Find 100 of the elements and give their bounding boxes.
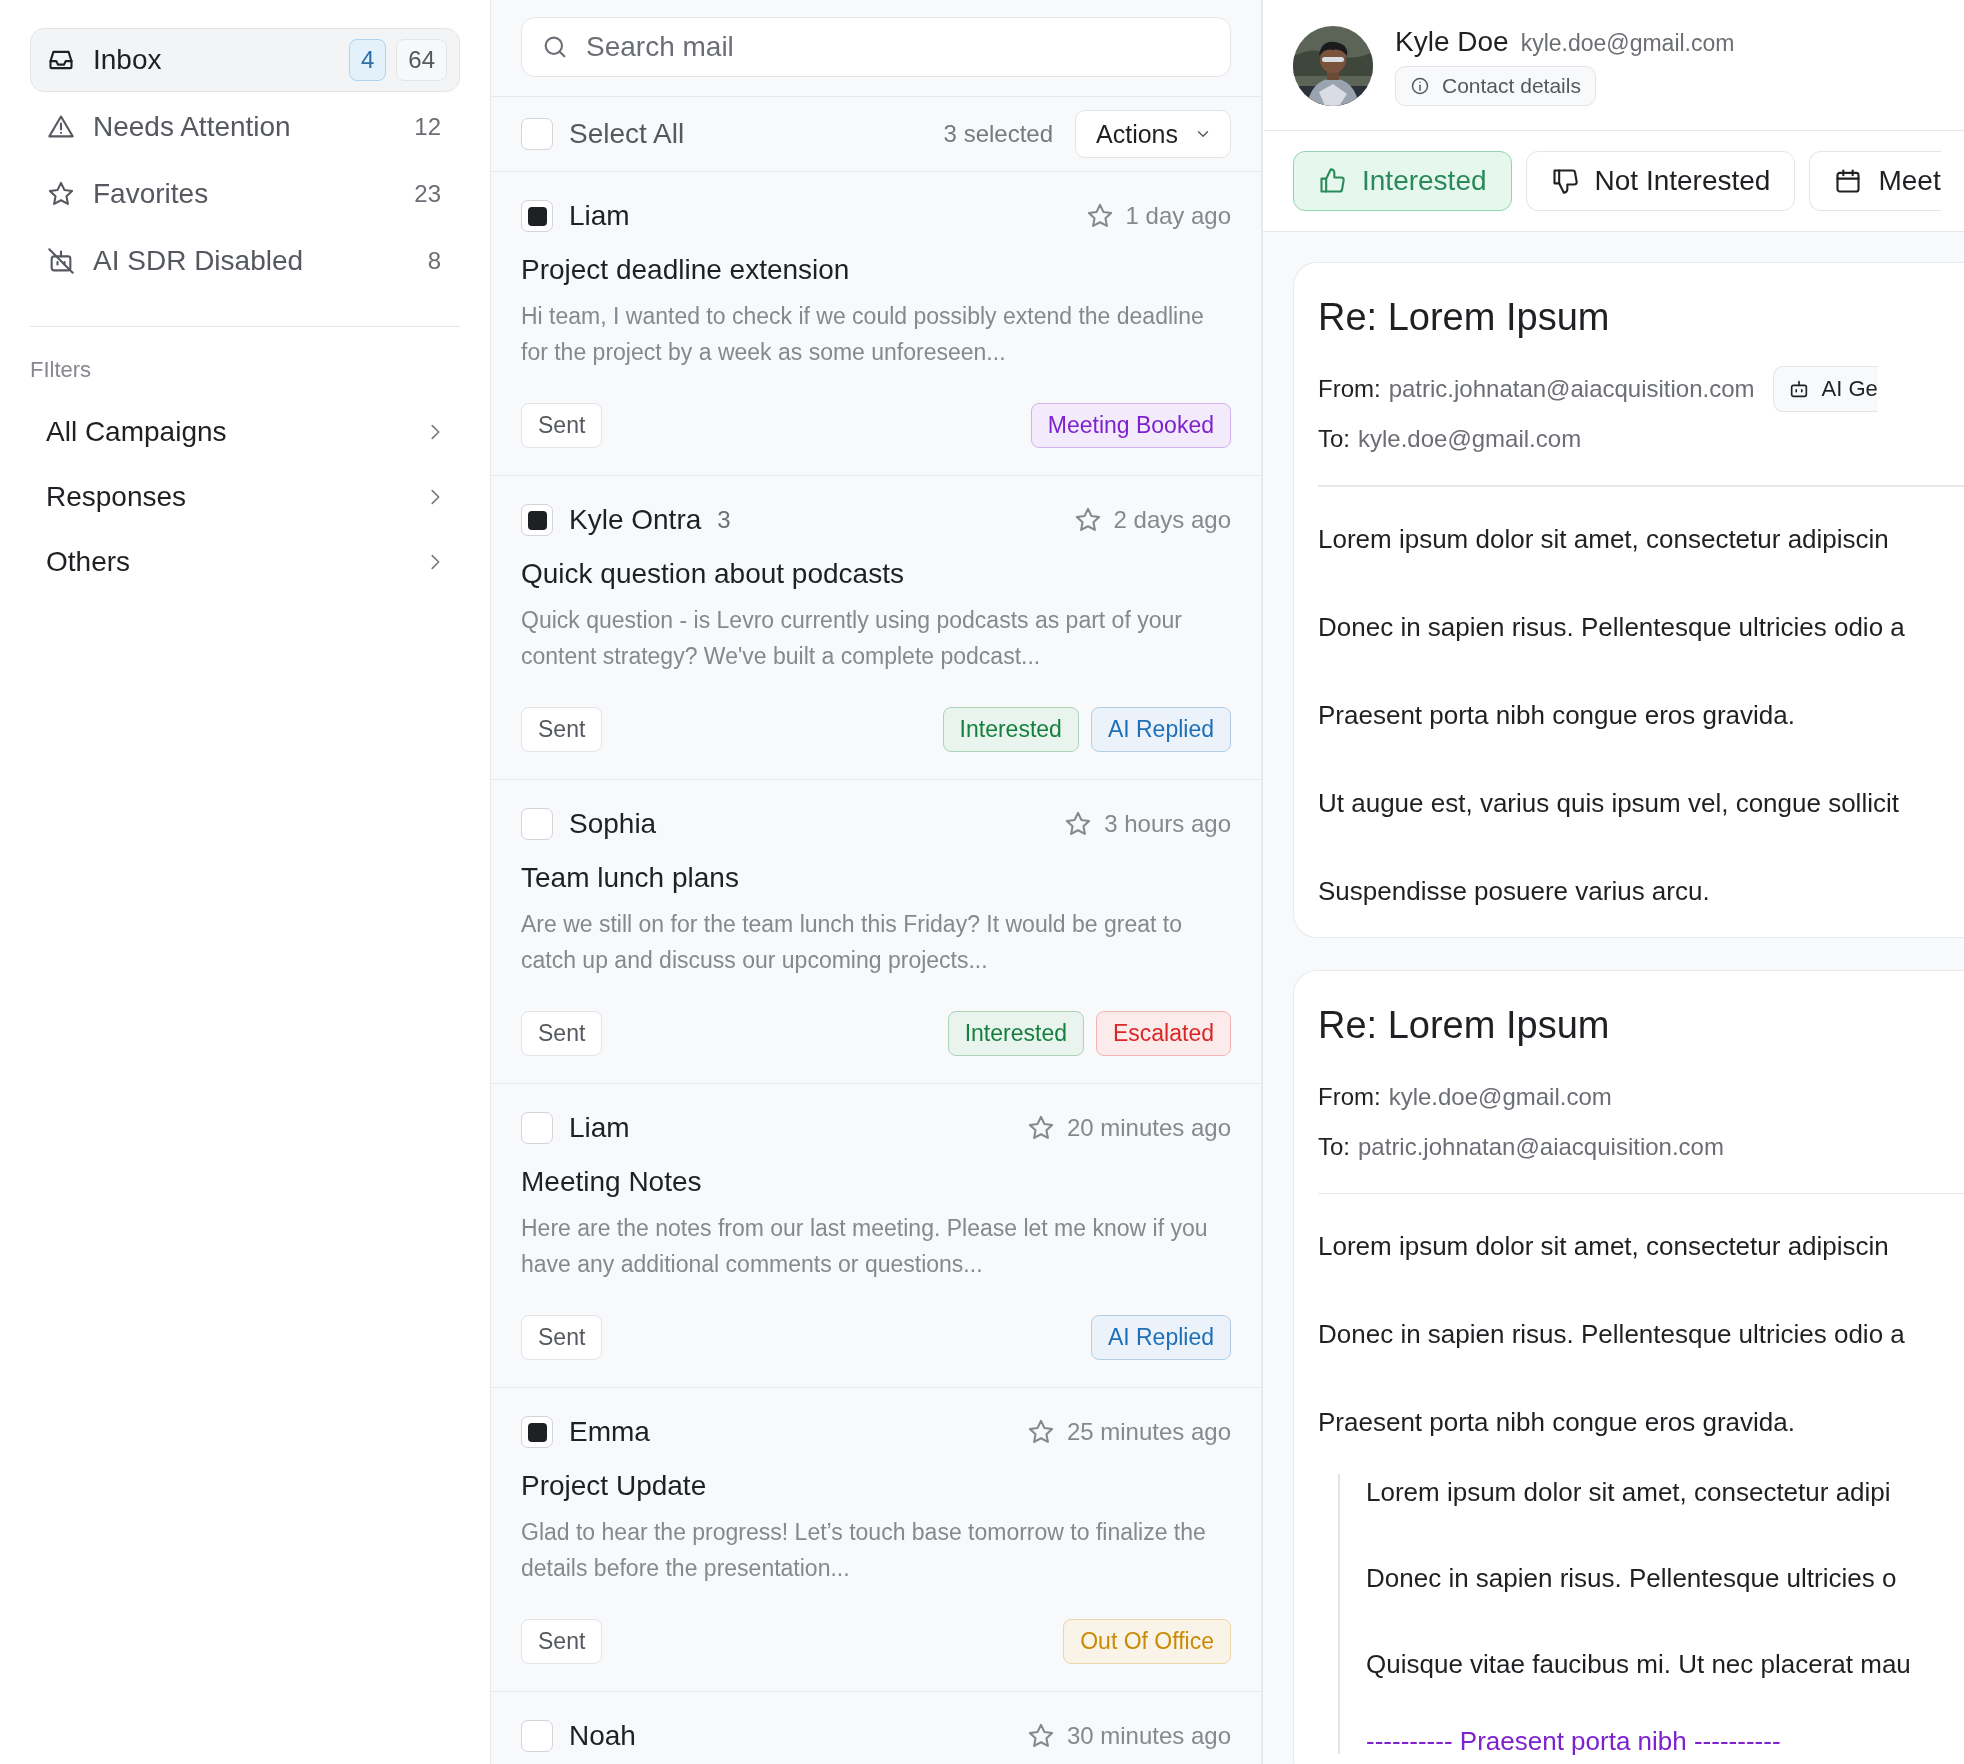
calendar-icon [1834,167,1863,195]
body-paragraph: Praesent porta nibh congue eros gravida. [1318,1406,1796,1439]
email-item[interactable]: Kyle Ontra 3 2 days ago Quick question about podcasts Quick question - is Levro currently using podcasts as part of your content strategy? We've built a complete podcast... Sent Interested AI Replied [491,476,1261,780]
info-icon [1410,76,1430,96]
status-label: Sent [521,1010,603,1056]
quote-separator: ---------- Praesent porta nibh ---------- [1366,1728,1782,1754]
email-subject: Meeting Notes [521,1165,703,1199]
body-paragraph: Suspendisse posuere varius arcu. [1318,874,1711,908]
status-tag: AI Replied [1090,1314,1231,1360]
actions-dropdown[interactable]: Actions [1075,110,1231,158]
sender-address: kyle.doe@gmail.com [1388,1082,1612,1111]
sidebar-item[interactable]: Inbox 4 64 [30,28,460,92]
status-tag: Interested [942,706,1079,752]
email-item[interactable]: Sophia 3 hours ago Team lunch plans Are we still on for the team lunch this Friday? It would be great to catch up and discuss our upcoming projects... Sent Interested Escalated [491,780,1261,1084]
filter-item[interactable]: Others [30,529,460,594]
body-paragraph: Donec in sapien risus. Pellentesque ultricies odio a [1318,1318,1906,1351]
star-icon[interactable] [1085,202,1114,230]
status-tag: Interested [947,1010,1084,1056]
from-label: From: [1318,1082,1381,1111]
quoted-paragraph: Donec in sapien risus. Pellentesque ultricies o [1366,1562,1898,1595]
thread-count: 3 [717,506,732,534]
filter-label: Others [46,545,132,578]
timestamp: 20 minutes ago [1066,1114,1231,1142]
selected-count: 3 selected [943,120,1053,148]
email-subject: Project deadline extension [521,253,851,287]
recipient-address: patric.johnatan@aiacquisition.com [1358,1132,1724,1161]
sidebar-item[interactable]: Favorites 23 [30,162,460,226]
sender-name: Liam [569,1112,630,1144]
email-subject: Team lunch plans [521,861,740,895]
search-field[interactable]: Search mail [521,17,1231,77]
star-icon[interactable] [1026,1114,1055,1142]
section-heading: FIlters [30,356,93,384]
email-title: Re: Lorem Ipsum [1318,1002,1611,1048]
crossed-bot-icon [47,247,75,275]
checkbox[interactable] [521,1416,553,1448]
email-preview: Here are the notes from our last meeting. Please let me know if you have any additional comments or questions... [521,1214,1209,1279]
unread-count: 4 [348,39,387,81]
email-preview: Quick question - is Levro currently using podcasts as part of your content strategy? We've built a complete podcast... [521,606,1183,671]
to-label: To: [1318,1132,1350,1161]
filter-item[interactable]: All Campaigns [30,399,460,464]
contact-name: Kyle Doe [1395,26,1509,58]
recipient-address: kyle.doe@gmail.com [1358,425,1582,453]
sidebar-item[interactable]: Needs Attention 12 [30,95,460,159]
star-icon[interactable] [1064,810,1093,838]
item-count: 8 [427,247,442,275]
status-tag: AI Replied [1090,706,1231,752]
body-paragraph: Lorem ipsum dolor sit amet, consectetur adipiscin [1318,522,1890,556]
checkbox[interactable] [521,1720,553,1752]
item-count: 12 [414,113,442,141]
star-icon [47,180,75,208]
email-item[interactable]: Noah 30 minutes ago [491,1692,1261,1764]
checkbox[interactable] [521,118,553,150]
checkbox[interactable] [521,808,553,840]
email-subject: Quick question about podcasts [521,557,905,591]
star-icon[interactable] [1026,1418,1055,1446]
sidebar-item-label: Inbox [93,44,163,76]
contact-details-button[interactable]: Contact details [1395,66,1596,106]
timestamp: 3 hours ago [1104,810,1231,838]
email-item[interactable]: Liam 20 minutes ago Meeting Notes Here are the notes from our last meeting. Please let me know if you have any additional comments or questions... Sent AI Replied [491,1084,1261,1388]
sender-name: Sophia [569,808,657,840]
star-icon[interactable] [1073,506,1102,534]
response-button[interactable]: Meet [1809,151,1941,211]
email-preview: Are we still on for the team lunch this Friday? It would be great to catch up and discuss our upcoming projects... [521,910,1183,975]
filter-item[interactable]: Responses [30,464,460,529]
quoted-paragraph: Lorem ipsum dolor sit amet, consectetur adipi [1366,1476,1892,1509]
to-label: To: [1318,425,1350,453]
filter-label: All Campaigns [46,415,228,448]
sidebar-item[interactable]: AI SDR Disabled 8 [30,229,460,293]
thumbs-up-icon [1318,167,1346,195]
response-button[interactable]: Not Interested [1525,151,1796,211]
timestamp: 25 minutes ago [1066,1418,1231,1446]
body-paragraph: Ut augue est, varius quis ipsum vel, congue sollicit [1318,786,1900,820]
email-subject: Project Update [521,1469,708,1503]
contact-email: kyle.doe@gmail.com [1520,30,1735,57]
checkbox[interactable] [521,200,553,232]
status-tag: Escalated [1096,1010,1231,1056]
select-all-label: Select All [569,118,686,150]
email-item[interactable]: Liam 1 day ago Project deadline extension Hi team, I wanted to check if we could possibly extend the deadline for the project by a week as some unforeseen... Sent Meeting Booked [491,172,1261,476]
status-label: Sent [521,1314,603,1360]
sender-name: Liam [569,200,630,232]
ai-generated-badge: AI Ge [1772,366,1878,412]
sender-address: patric.johnatan@aiacquisition.com [1388,375,1755,403]
sidebar-item-label: Favorites [93,178,210,210]
item-count: 23 [414,180,442,208]
sender-name: Noah [569,1720,636,1752]
from-label: From: [1318,375,1381,403]
item-count: 64 [396,39,447,81]
checkbox[interactable] [521,1112,553,1144]
body-paragraph: Lorem ipsum dolor sit amet, consectetur adipiscin [1318,1230,1890,1263]
email-preview: Glad to hear the progress! Let’s touch base tomorrow to finalize the details before the presentation... [521,1518,1207,1583]
thumbs-down-icon [1550,167,1579,195]
email-item[interactable]: Emma 25 minutes ago Project Update Glad to hear the progress! Let’s touch base tomorrow to finalize the details before the presentation... Sent Out Of Office [491,1388,1261,1692]
star-icon[interactable] [1026,1722,1055,1750]
status-tag: Meeting Booked [1030,402,1231,448]
checkbox[interactable] [521,504,553,536]
timestamp: 30 minutes ago [1066,1722,1231,1750]
quoted-paragraph: Quisque vitae faucibus mi. Ut nec placerat mau [1366,1648,1912,1681]
response-button[interactable]: Interested [1293,151,1512,211]
status-label: Sent [521,402,603,448]
status-label: Sent [521,1618,603,1664]
